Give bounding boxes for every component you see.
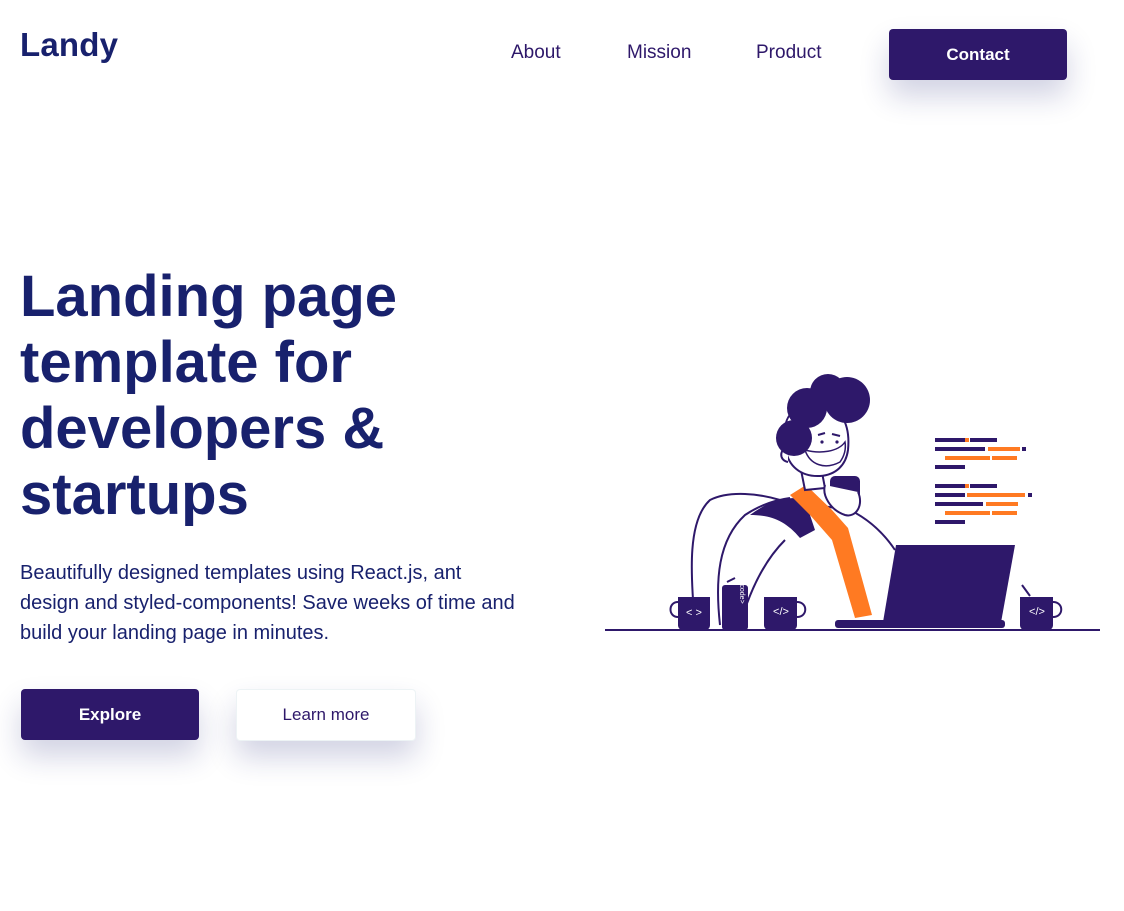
nav-link-product[interactable]: Product [756,42,821,64]
logo[interactable]: Landy [20,26,118,64]
mug-right-code: </> [1029,606,1045,618]
nav-link-mission[interactable]: Mission [627,42,691,64]
learn-more-button[interactable]: Learn more [236,689,416,741]
nav-link-about[interactable]: About [511,42,561,64]
hero-description: Beautifully designed templates using Rea… [20,562,515,644]
landing-page: Landy About Mission Product Contact Land… [0,0,1124,911]
hero-title: Landing page template for developers & s… [20,264,397,527]
mug-middle-code: </> [773,606,789,618]
contact-button[interactable]: Contact [889,29,1067,80]
mug-left-code: < > [686,607,702,619]
developer-illustration: < > <code> </> </> [605,374,1100,631]
can-code: <code> [738,580,745,603]
explore-button[interactable]: Explore [21,689,199,740]
